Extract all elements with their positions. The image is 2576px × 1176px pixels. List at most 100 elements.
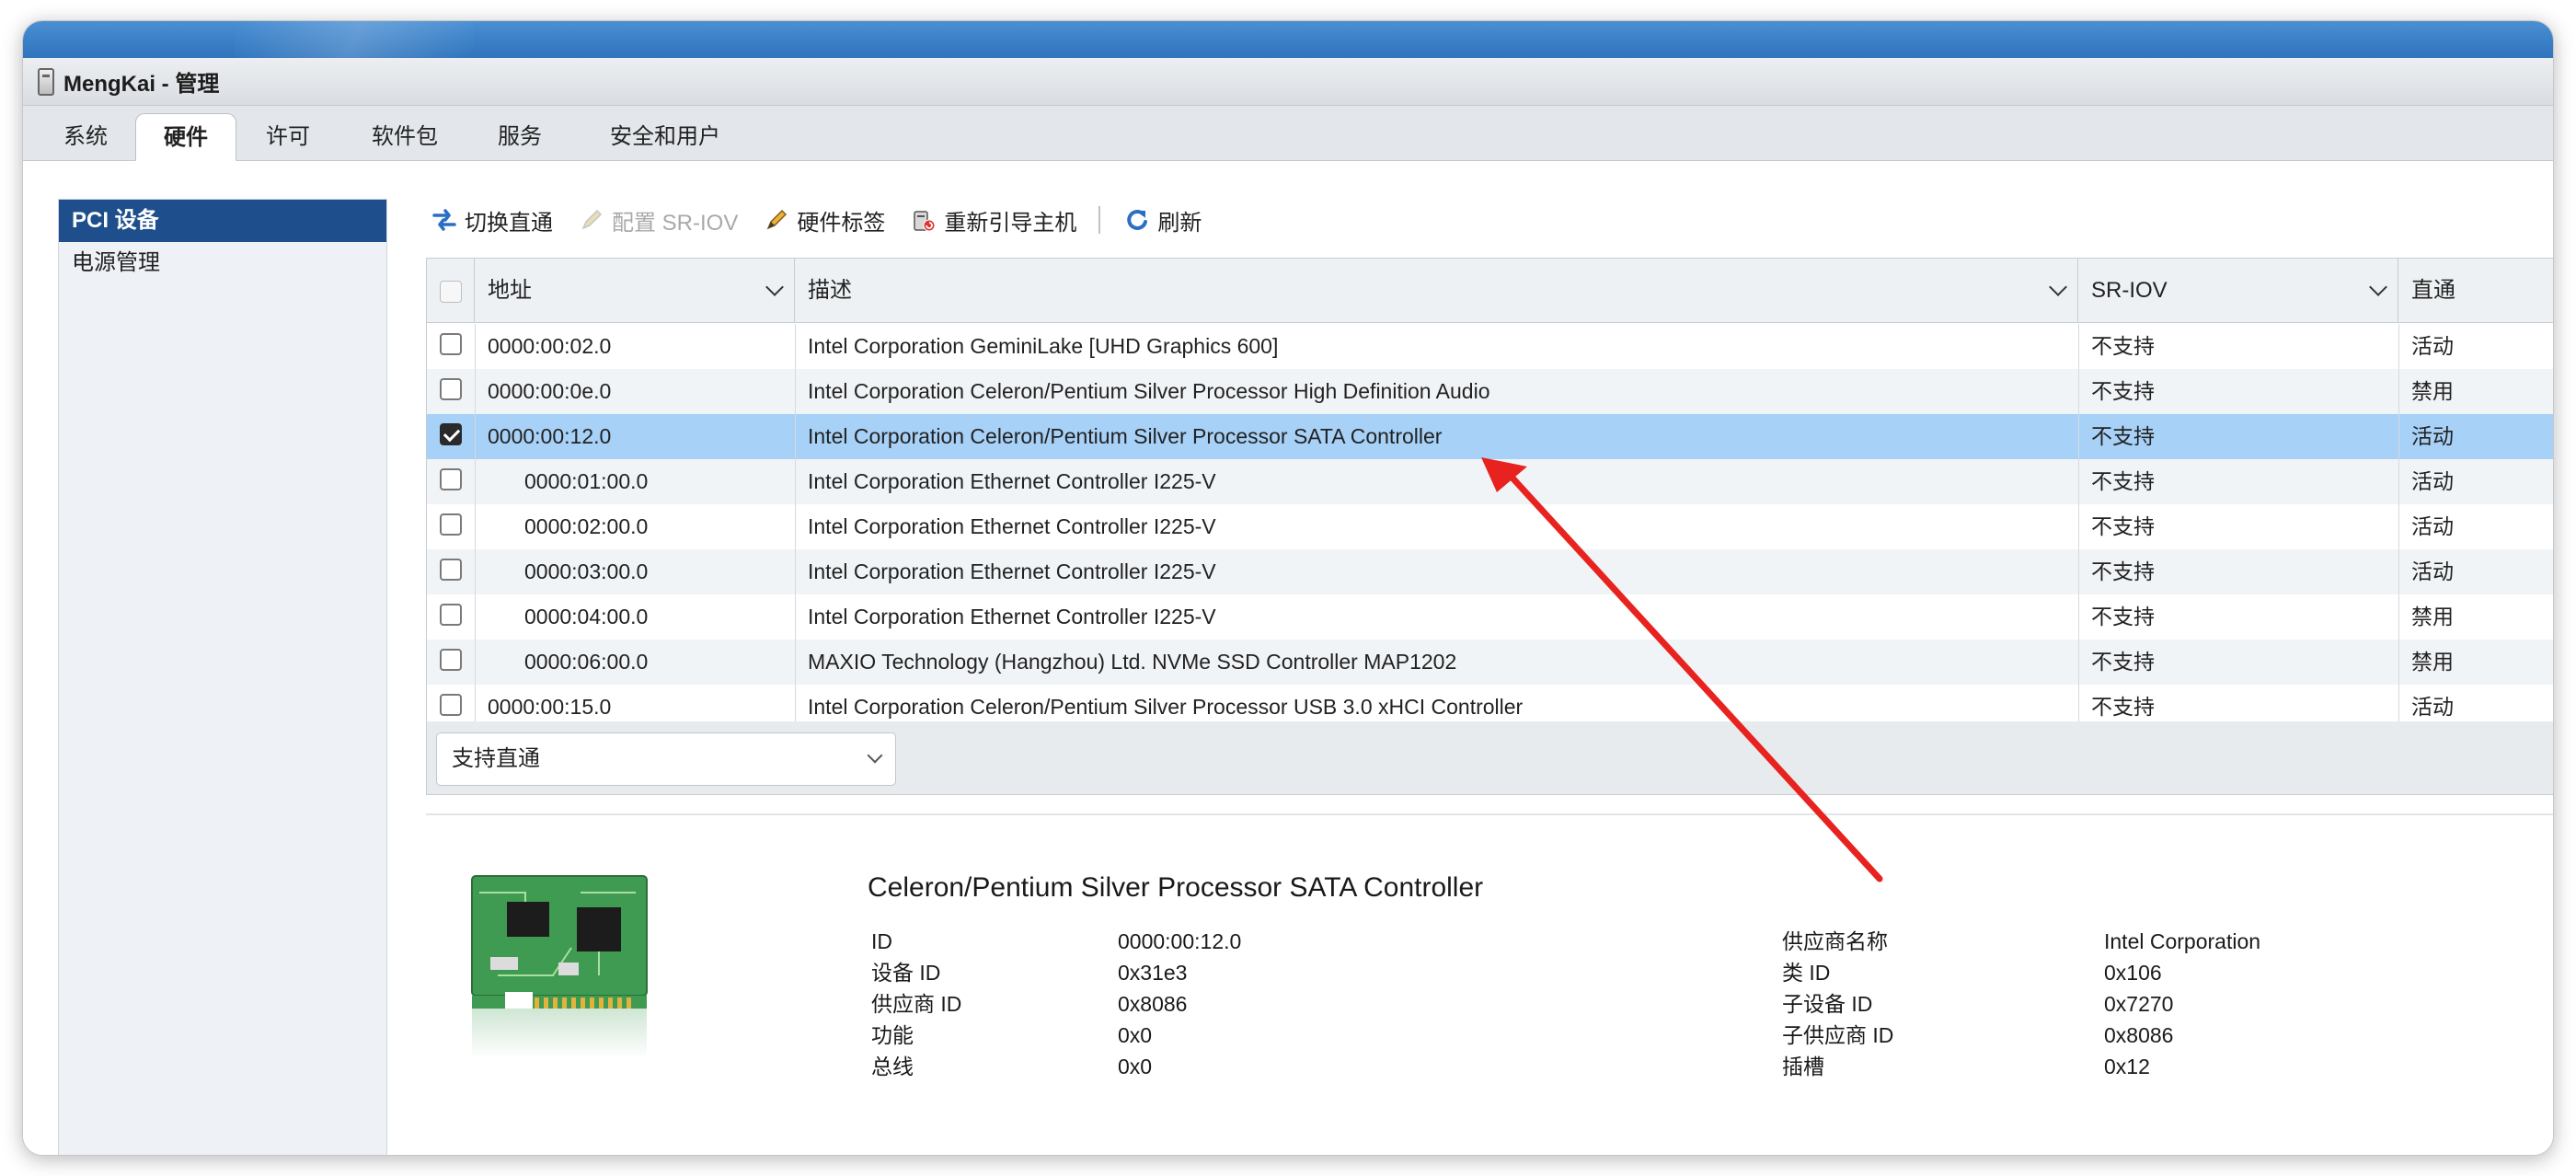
address-cell: 0000:04:00.0 (524, 605, 649, 628)
toolbar-separator (1098, 206, 1101, 234)
column-divider (2398, 459, 2399, 504)
detail-label: 总线 (871, 1055, 914, 1078)
tab-security-users[interactable]: 安全和用户 (582, 113, 748, 161)
detail-value: 0x31e3 (1118, 961, 1188, 985)
toggle-passthrough-icon (432, 209, 456, 231)
tab-bar: 系统 硬件 许可 软件包 服务 安全和用户 (23, 106, 2553, 161)
address-cell: 0000:00:12.0 (488, 424, 612, 448)
detail-left-labels: ID 设备 ID 供应商 ID 功能 总线 (871, 926, 961, 1082)
detail-value: 0x12 (2104, 1055, 2150, 1078)
sriov-cell: 不支持 (2091, 514, 2155, 538)
column-divider (2398, 685, 2399, 721)
reboot-host-button[interactable]: 重新引导主机 (911, 204, 1076, 236)
row-checkbox[interactable] (440, 333, 462, 355)
chevron-down-icon[interactable] (2049, 278, 2067, 296)
column-divider (2398, 640, 2399, 685)
column-divider (2078, 504, 2079, 549)
sriov-cell: 不支持 (2091, 334, 2155, 358)
hardware-label-button[interactable]: 硬件标签 (764, 204, 885, 236)
column-divider (475, 414, 476, 459)
tab-packages[interactable]: 软件包 (345, 113, 465, 161)
filter-bar: 支持直通 (426, 721, 2553, 795)
row-checkbox[interactable] (440, 468, 462, 490)
table-row[interactable]: 0000:00:02.0 Intel Corporation GeminiLake… (427, 324, 2553, 369)
tab-license[interactable]: 许可 (244, 113, 332, 161)
table-row[interactable]: 0000:03:00.0 Intel Corporation Ethernet C… (427, 549, 2553, 594)
table-row[interactable]: 0000:00:0e.0 Intel Corporation Celeron/Pe… (427, 369, 2553, 414)
column-divider (2398, 414, 2399, 459)
filter-selected-value: 支持直通 (452, 746, 540, 771)
row-checkbox[interactable] (440, 378, 462, 400)
column-divider (2078, 685, 2079, 721)
column-divider (475, 549, 476, 594)
column-divider (475, 504, 476, 549)
detail-value: Intel Corporation (2104, 929, 2261, 953)
address-cell: 0000:02:00.0 (524, 514, 649, 538)
passthrough-cell: 禁用 (2411, 379, 2454, 403)
sidebar-item-power-management[interactable]: 电源管理 (59, 242, 386, 284)
title-bar: MengKai - 管理 (23, 58, 2553, 106)
detail-value: 0x8086 (1118, 992, 1188, 1016)
refresh-button[interactable]: 刷新 (1124, 204, 1202, 236)
row-checkbox[interactable] (440, 649, 462, 671)
detail-value: 0x7270 (2104, 992, 2174, 1016)
column-divider (2078, 459, 2079, 504)
detail-value: 0x0 (1118, 1023, 1153, 1047)
chevron-down-icon[interactable] (2369, 278, 2387, 296)
detail-label: 供应商 ID (871, 992, 962, 1016)
detail-label: 设备 ID (871, 961, 941, 985)
column-header-description[interactable]: 描述 (795, 259, 2078, 323)
row-checkbox[interactable] (440, 513, 462, 536)
select-all-cell (427, 259, 475, 323)
address-cell: 0000:00:0e.0 (488, 379, 612, 403)
sriov-cell: 不支持 (2091, 469, 2155, 493)
management-window: MengKai - 管理 系统 硬件 许可 软件包 服务 安全和用户 PCI 设… (22, 20, 2554, 1156)
description-cell: Intel Corporation Celeron/Pentium Silver… (808, 379, 1490, 403)
table-row[interactable]: 0000:00:12.0 Intel Corporation Celeron/Pe… (427, 414, 2553, 459)
chevron-down-icon[interactable] (765, 278, 784, 296)
select-all-checkbox[interactable] (440, 281, 462, 303)
detail-label: 子设备 ID (1782, 992, 1873, 1016)
host-icon (38, 67, 54, 96)
chevron-down-icon (867, 747, 883, 764)
column-divider (475, 369, 476, 414)
address-cell: 0000:00:15.0 (488, 695, 612, 719)
passthrough-cell: 活动 (2411, 695, 2454, 719)
row-checkbox[interactable] (440, 694, 462, 716)
column-header-address[interactable]: 地址 (475, 259, 795, 323)
reboot-host-label: 重新引导主机 (944, 210, 1077, 236)
row-checkbox[interactable] (440, 604, 462, 626)
table-row[interactable]: 0000:02:00.0 Intel Corporation Ethernet C… (427, 504, 2553, 549)
config-sriov-button[interactable]: 配置 SR-IOV (579, 204, 738, 236)
detail-right-values: Intel Corporation 0x106 0x7270 0x8086 0x… (2104, 926, 2260, 1082)
table-row[interactable]: 0000:01:00.0 Intel Corporation Ethernet C… (427, 459, 2553, 504)
sidebar-item-pci-devices[interactable]: PCI 设备 (59, 200, 386, 242)
row-checkbox[interactable] (440, 559, 462, 581)
passthrough-filter-select[interactable]: 支持直通 (436, 732, 896, 786)
row-checkbox[interactable] (440, 423, 462, 445)
column-divider (795, 324, 796, 369)
column-divider (2078, 414, 2079, 459)
refresh-icon (1127, 209, 1148, 230)
divider (426, 813, 2553, 815)
address-cell: 0000:03:00.0 (524, 559, 649, 583)
table-row[interactable]: 0000:06:00.0 MAXIO Technology (Hangzhou) … (427, 640, 2553, 685)
detail-value: 0x0 (1118, 1055, 1153, 1078)
detail-left-values: 0000:00:12.0 0x31e3 0x8086 0x0 0x0 (1118, 926, 1241, 1082)
detail-value: 0000:00:12.0 (1118, 929, 1242, 953)
description-cell: MAXIO Technology (Hangzhou) Ltd. NVMe SS… (808, 650, 1457, 674)
table-row[interactable]: 0000:00:15.0 Intel Corporation Celeron/Pe… (427, 685, 2553, 721)
column-header-passthrough[interactable]: 直通 (2398, 259, 2553, 323)
address-cell: 0000:00:02.0 (488, 334, 612, 358)
tab-system[interactable]: 系统 (41, 113, 130, 161)
address-cell: 0000:01:00.0 (524, 469, 649, 493)
passthrough-cell: 活动 (2411, 424, 2454, 448)
tab-services[interactable]: 服务 (474, 113, 566, 161)
detail-value: 0x106 (2104, 961, 2162, 985)
toggle-passthrough-button[interactable]: 切换直通 (431, 204, 553, 236)
tab-hardware[interactable]: 硬件 (135, 113, 236, 161)
column-header-sriov[interactable]: SR-IOV (2078, 259, 2398, 323)
column-divider (475, 685, 476, 721)
column-divider (2398, 504, 2399, 549)
table-row[interactable]: 0000:04:00.0 Intel Corporation Ethernet C… (427, 594, 2553, 640)
